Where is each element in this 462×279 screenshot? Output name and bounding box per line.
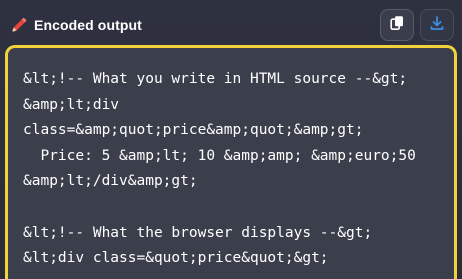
output-title: Encoded output bbox=[34, 17, 142, 33]
copy-button[interactable] bbox=[380, 9, 414, 41]
output-line: &amp;lt;/div&amp;gt; bbox=[23, 173, 198, 190]
output-line: &lt;div class=&quot;price&quot;&gt; bbox=[23, 250, 329, 267]
pencil-icon bbox=[9, 17, 27, 35]
output-header: Encoded output bbox=[0, 0, 462, 46]
output-line: &lt;!-- What the browser displays --&gt; bbox=[23, 224, 373, 241]
copy-icon bbox=[389, 15, 405, 36]
output-line: &amp;lt;div bbox=[23, 96, 120, 113]
encoded-output-box[interactable]: &lt;!-- What you write in HTML source --… bbox=[5, 45, 457, 279]
encoded-output-text[interactable]: &lt;!-- What you write in HTML source --… bbox=[23, 67, 416, 272]
download-icon bbox=[429, 15, 445, 36]
output-line: class=&amp;quot;price&amp;quot;&amp;gt; bbox=[23, 122, 364, 139]
output-line: &lt;!-- What you write in HTML source --… bbox=[23, 71, 408, 87]
download-button[interactable] bbox=[420, 9, 454, 41]
output-line: Price: 5 &amp;lt; 10 &amp;amp; &amp;euro… bbox=[23, 147, 416, 164]
